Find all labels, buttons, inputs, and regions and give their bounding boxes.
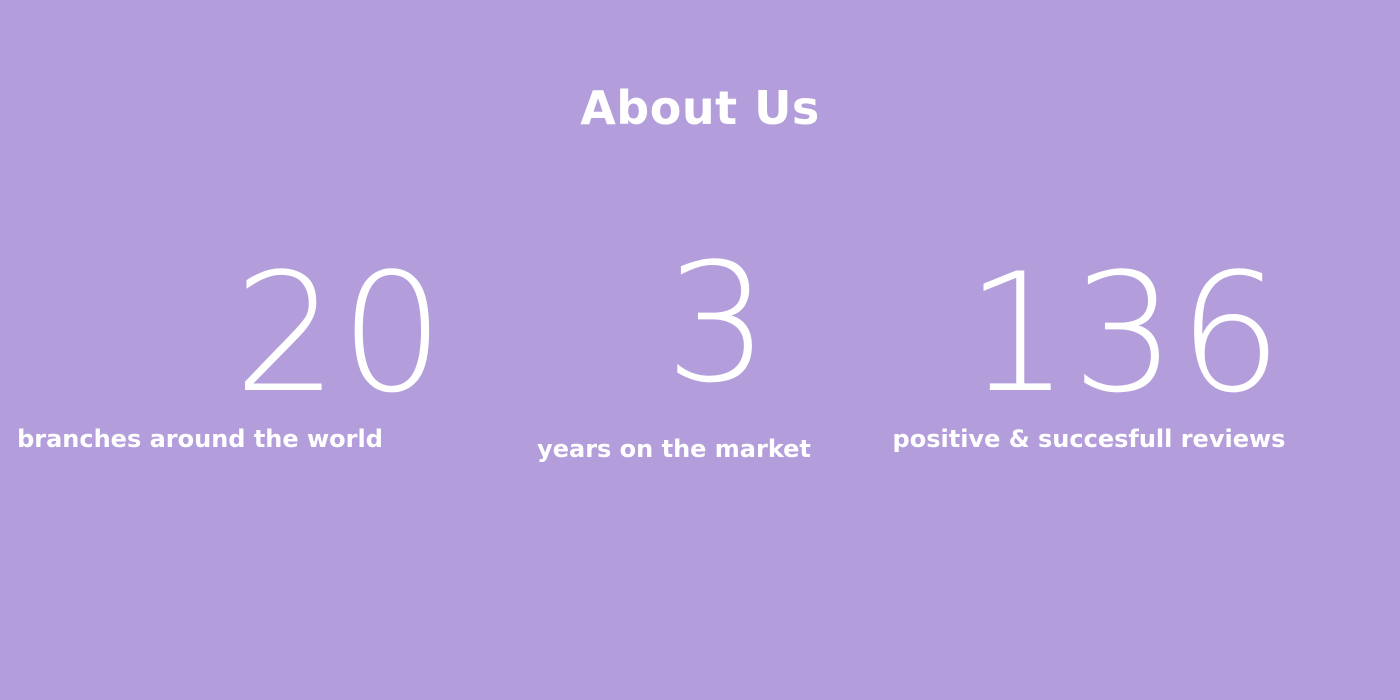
stat-number: 3 (664, 228, 772, 419)
stat-label: branches around the world (17, 425, 383, 453)
stat-label: years on the market (537, 435, 811, 463)
stat-number: 136 (965, 238, 1285, 429)
stat-number: 20 (233, 238, 447, 429)
stat-label: positive & succesfull reviews (892, 425, 1286, 453)
about-us-section: About Us 20 branches around the world 3 … (0, 0, 1400, 700)
section-title: About Us (580, 81, 820, 135)
